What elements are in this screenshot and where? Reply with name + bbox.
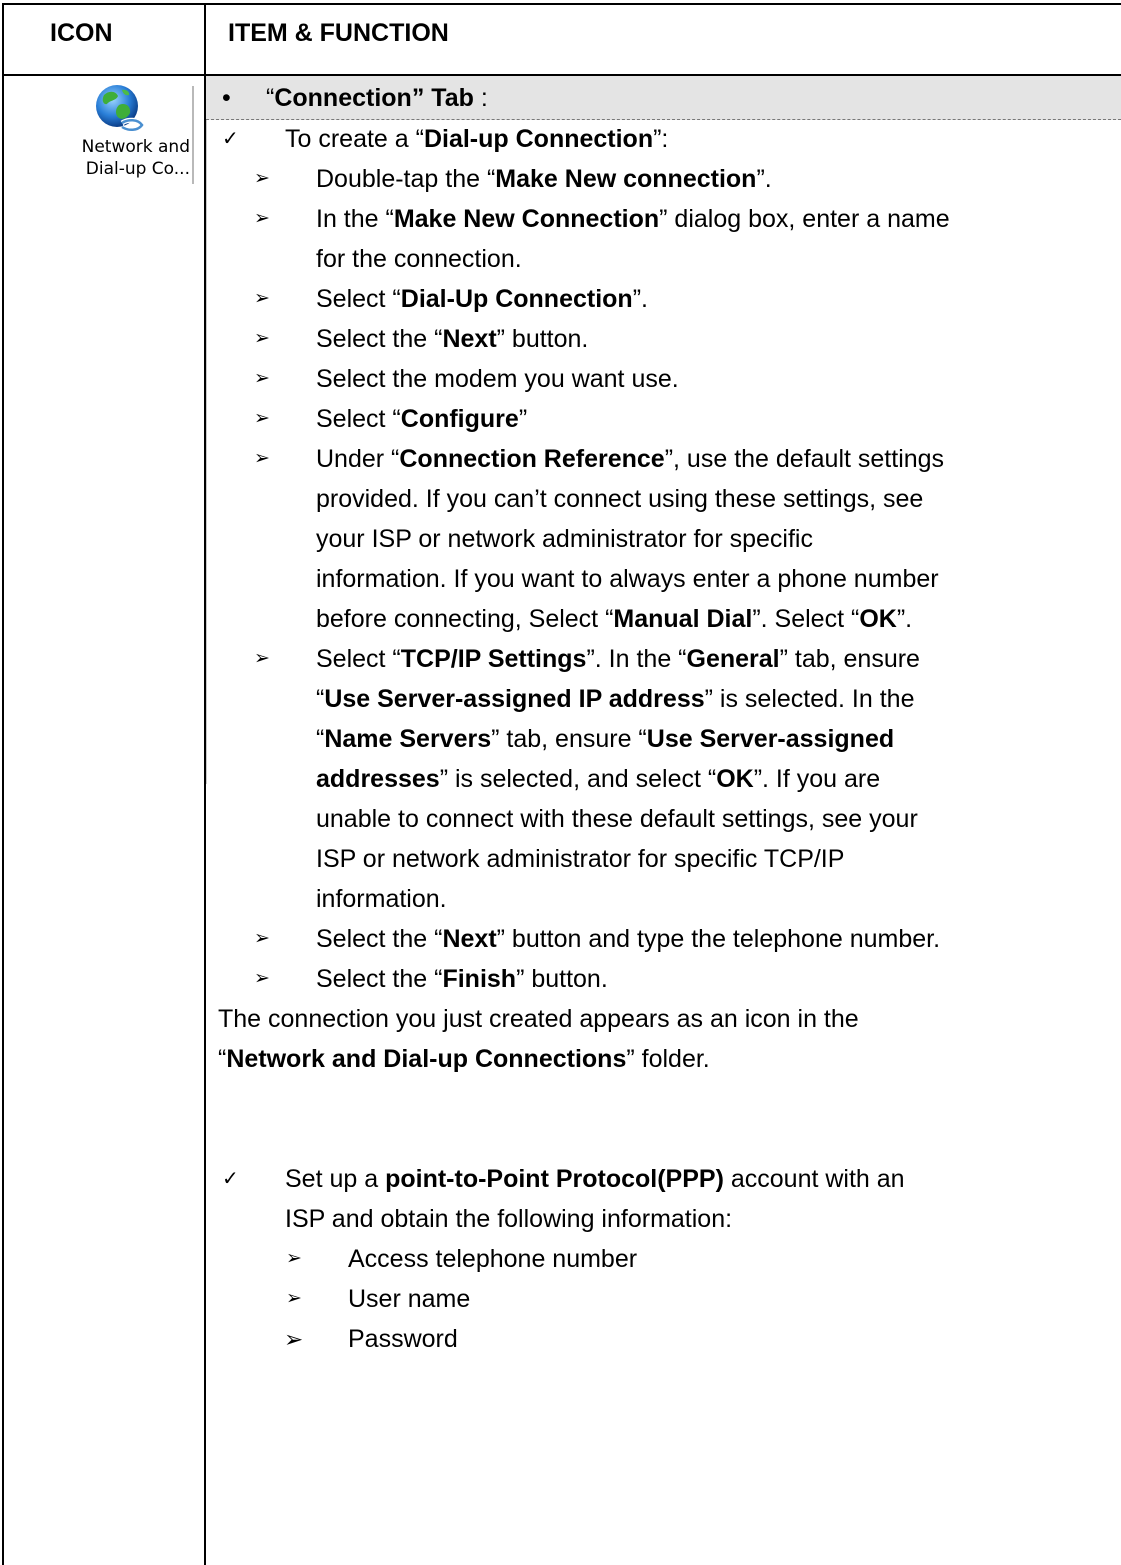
step-7-line5: before connecting, Select “Manual Dial”.… bbox=[316, 605, 913, 633]
step-1: Double-tap the “Make New connection”. bbox=[316, 165, 772, 193]
info-telephone: Access telephone number bbox=[348, 1245, 638, 1273]
bullet-icon: • bbox=[222, 84, 231, 112]
icon-cell: Network and Dial-up Co... bbox=[4, 78, 207, 784]
step-7-line4: information. If you want to always enter… bbox=[316, 565, 939, 593]
ppp-line2: ISP and obtain the following information… bbox=[285, 1205, 733, 1233]
arrow-icon: ➢ bbox=[254, 648, 270, 669]
arrow-icon: ➢ bbox=[254, 968, 270, 989]
arrow-icon: ➢ bbox=[254, 208, 270, 229]
arrow-icon: ➢ bbox=[254, 408, 270, 429]
arrow-icon: ➢ bbox=[254, 168, 270, 189]
icon-selection-edge bbox=[192, 86, 194, 184]
step-8-line3: “Name Servers” tab, ensure “Use Server-a… bbox=[316, 725, 895, 753]
arrow-icon: ➢ bbox=[254, 288, 270, 309]
arrow-icon: ➢ bbox=[254, 928, 270, 949]
icon-label-line1: Network and bbox=[81, 137, 190, 157]
step-5: Select the modem you want use. bbox=[316, 365, 679, 393]
step-10: Select the “Finish” button. bbox=[316, 965, 608, 993]
step-4: Select the “Next” button. bbox=[316, 325, 589, 353]
arrow-icon: ➢ bbox=[286, 1288, 302, 1309]
info-username: User name bbox=[348, 1285, 471, 1313]
arrow-icon: ➢ bbox=[254, 368, 270, 389]
step-9: Select the “Next” button and type the te… bbox=[316, 925, 941, 953]
step-8-line1: Select “TCP/IP Settings”. In the “Genera… bbox=[316, 645, 920, 673]
result-line2: “Network and Dial-up Connections” folder… bbox=[218, 1045, 710, 1073]
network-globe-icon[interactable] bbox=[92, 81, 148, 135]
check-icon: ✓ bbox=[222, 1168, 239, 1190]
step-3: Select “Dial-Up Connection”. bbox=[316, 285, 648, 313]
step-6: Select “Configure” bbox=[316, 405, 528, 433]
arrow-icon: ➢ bbox=[254, 448, 270, 469]
step-7-line1: Under “Connection Reference”, use the de… bbox=[316, 445, 945, 473]
check-icon: ✓ bbox=[222, 128, 239, 150]
arrow-icon: ➢ bbox=[254, 328, 270, 349]
step-create-intro: To create a “Dial-up Connection”: bbox=[285, 125, 669, 153]
step-2-line1: In the “Make New Connection” dialog box,… bbox=[316, 205, 950, 233]
connection-tab-title: “Connection” Tab : bbox=[266, 84, 488, 112]
column-header-item-function: ITEM & FUNCTION bbox=[228, 19, 449, 47]
step-8-line5: unable to connect with these default set… bbox=[316, 805, 918, 833]
column-header-icon: ICON bbox=[50, 19, 113, 47]
arrow-icon: ➢ bbox=[284, 1326, 304, 1352]
ppp-line1: Set up a point-to-Point Protocol(PPP) ac… bbox=[285, 1165, 905, 1193]
step-8-line2: “Use Server-assigned IP address” is sele… bbox=[316, 685, 915, 713]
step-2-line2: for the connection. bbox=[316, 245, 522, 273]
icon-label-line2: Dial-up Co... bbox=[85, 159, 190, 179]
arrow-icon: ➢ bbox=[286, 1248, 302, 1269]
result-line1: The connection you just created appears … bbox=[218, 1005, 859, 1033]
step-8-line6: ISP or network administrator for specifi… bbox=[316, 845, 845, 873]
icon-cell-edge bbox=[206, 96, 207, 784]
step-8-line7: information. bbox=[316, 885, 447, 913]
step-7-line2: provided. If you can’t connect using the… bbox=[316, 485, 924, 513]
step-7-line3: your ISP or network administrator for sp… bbox=[316, 525, 813, 553]
info-password: Password bbox=[348, 1325, 458, 1353]
step-8-line4: addresses” is selected, and select “OK”.… bbox=[316, 765, 881, 793]
